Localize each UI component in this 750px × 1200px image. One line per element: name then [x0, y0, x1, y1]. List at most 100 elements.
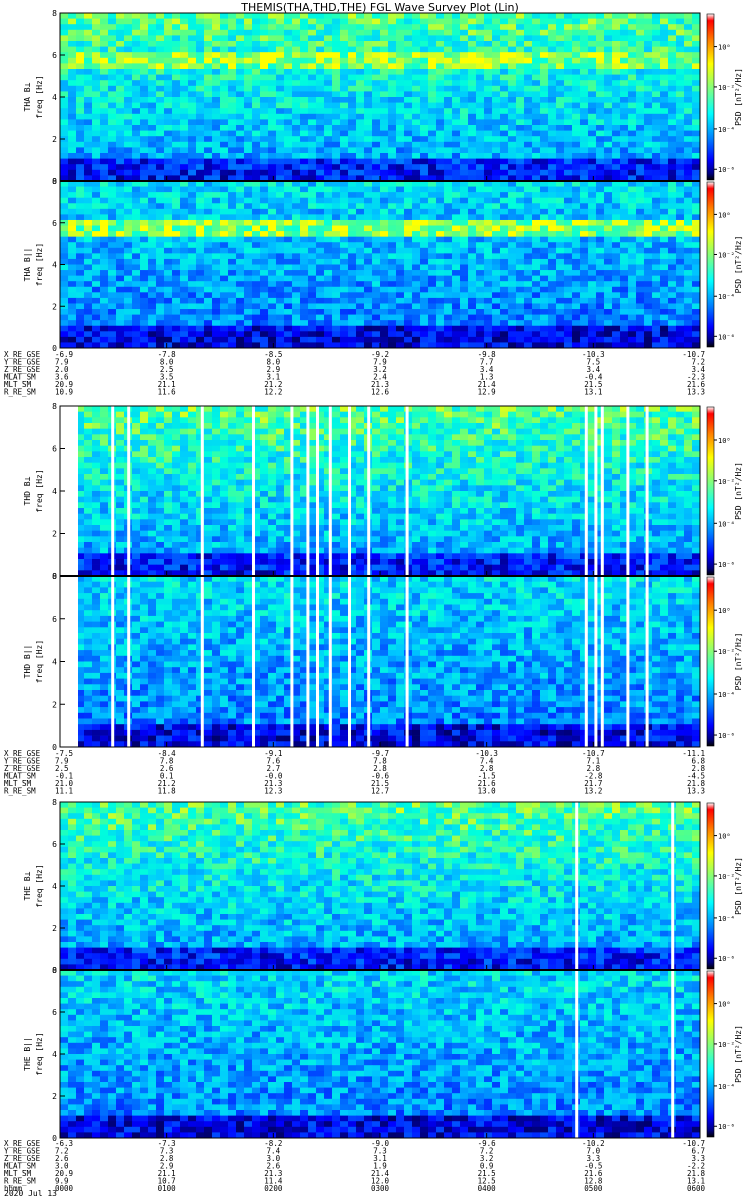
spectrogram-cell	[420, 219, 429, 226]
spectrogram-cell	[468, 57, 477, 64]
spectrogram-cell	[252, 286, 261, 293]
spectrogram-cell	[516, 164, 525, 171]
spectrogram-cell	[548, 24, 557, 31]
spectrogram-cell	[68, 35, 77, 42]
spectrogram-cell	[180, 236, 189, 243]
spectrogram-cell	[548, 225, 557, 232]
spectrogram-cell	[76, 292, 85, 299]
spectrogram-cell	[228, 18, 237, 25]
spectrogram-cell	[300, 97, 309, 103]
spectrogram-cell	[604, 63, 613, 70]
spectrogram-cell	[292, 314, 301, 321]
spectrogram-cell	[284, 13, 293, 19]
spectrogram-cell	[524, 231, 533, 237]
spectrogram-cell	[260, 164, 269, 171]
spectrogram-cell	[132, 164, 141, 171]
spectrogram-cell	[380, 24, 389, 31]
spectrogram-cell	[276, 297, 285, 304]
spectrogram-cell	[676, 297, 685, 304]
spectrogram-cell	[412, 320, 421, 327]
spectrogram-cell	[444, 85, 453, 92]
spectrogram-cell	[292, 85, 301, 92]
spectrogram-cell	[372, 242, 381, 249]
spectrogram-cell	[444, 52, 453, 59]
spectrogram-cell	[220, 125, 229, 131]
spectrogram-cell	[692, 225, 701, 232]
spectrogram-cell	[372, 153, 381, 159]
spectrogram-cell	[484, 325, 493, 332]
spectrogram-cell	[692, 258, 701, 265]
spectrogram-cell	[188, 406, 197, 412]
spectrogram-cell	[444, 236, 453, 243]
spectrogram-cell	[532, 270, 541, 276]
spectrogram-cell	[268, 219, 277, 226]
spectrogram-cell	[468, 281, 477, 288]
spectrogram-cell	[444, 208, 453, 215]
spectrogram-cell	[340, 270, 349, 276]
spectrogram-cell	[380, 46, 389, 53]
spectrogram-cell	[188, 236, 197, 243]
spectrogram-cell	[476, 264, 485, 271]
spectrogram-cell	[668, 80, 677, 87]
spectrogram-cell	[356, 102, 365, 109]
spectrogram-cell	[420, 69, 429, 75]
spectrogram-cell	[284, 342, 293, 349]
spectrogram-cell	[532, 331, 541, 338]
spectrogram-cell	[68, 309, 77, 315]
spectrogram-cell	[556, 336, 565, 343]
spectrogram-cell	[476, 85, 485, 92]
spectrogram-cell	[308, 314, 317, 321]
spectrogram-cell	[484, 13, 493, 19]
spectrogram-cell	[452, 18, 461, 25]
spectrogram-cell	[676, 264, 685, 271]
spectrogram-cell	[380, 41, 389, 47]
spectrogram-cell	[220, 286, 229, 293]
spectrogram-cell	[572, 325, 581, 332]
spectrogram-cell	[612, 80, 621, 87]
spectrogram-cell	[140, 186, 149, 193]
spectrogram-cell	[140, 29, 149, 36]
spectrogram-cell	[372, 231, 381, 237]
spectrogram-cell	[84, 203, 93, 210]
spectrogram-cell	[604, 74, 613, 81]
spectrogram-cell	[324, 141, 333, 148]
spectrogram-cell	[300, 91, 309, 98]
spectrogram-cell	[84, 281, 93, 288]
spectrogram-cell	[124, 46, 133, 53]
spectrogram-cell	[108, 69, 117, 75]
spectrogram-cell	[372, 236, 381, 243]
spectrogram-cell	[188, 325, 197, 332]
spectrogram-cell	[356, 18, 365, 25]
spectrogram-cell	[524, 24, 533, 31]
spectrogram-cell	[556, 136, 565, 143]
spectrogram-cell	[636, 41, 645, 47]
spectrogram-cell	[212, 208, 221, 215]
spectrogram-cell	[380, 309, 389, 315]
spectrogram-cell	[332, 247, 341, 254]
spectrogram-cell	[516, 24, 525, 31]
spectrogram-cell	[316, 35, 325, 42]
spectrogram-cell	[164, 35, 173, 42]
spectrogram-cell	[396, 286, 405, 293]
spectrogram-cell	[404, 192, 413, 198]
spectrogram-cell	[388, 13, 397, 19]
spectrogram-cell	[556, 113, 565, 120]
spectrogram-cell	[300, 52, 309, 59]
spectrogram-cell	[500, 236, 509, 243]
spectrogram-cell	[292, 236, 301, 243]
spectrogram-cell	[412, 41, 421, 47]
spectrogram-figure: THEMIS(THA,THD,THE) FGL Wave Survey Plot…	[4, 1, 743, 1198]
spectrogram-cell	[220, 24, 229, 31]
spectrogram-cell	[404, 247, 413, 254]
spectrogram-cell	[524, 275, 533, 282]
spectrogram-cell	[404, 24, 413, 31]
spectrogram-cell	[676, 119, 685, 126]
spectrogram-cell	[532, 314, 541, 321]
spectrogram-cell	[220, 208, 229, 215]
spectrogram-cell	[612, 314, 621, 321]
spectrogram-cell	[196, 80, 205, 87]
spectrogram-cell	[372, 342, 381, 349]
spectrogram-cell	[164, 225, 173, 232]
spectrogram-cell	[636, 286, 645, 293]
spectrogram-cell	[500, 13, 509, 19]
